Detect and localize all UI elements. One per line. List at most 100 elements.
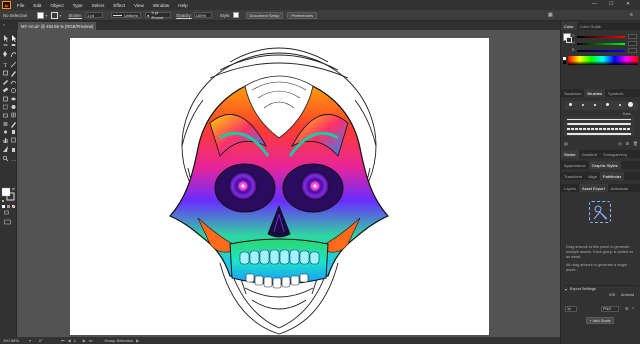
tab-graphic-styles[interactable]: Graphic Styles bbox=[588, 161, 621, 169]
arrange-documents-icon[interactable]: ▦ bbox=[548, 12, 553, 18]
default-colors-icon[interactable] bbox=[1, 199, 5, 203]
slice-tool-icon[interactable] bbox=[3, 146, 8, 152]
fill-dropdown-icon[interactable]: ▾ bbox=[45, 13, 47, 18]
shaper-tool-icon[interactable] bbox=[10, 80, 17, 85]
format-dropdown[interactable]: PNG bbox=[601, 306, 619, 312]
brush-stroke-1[interactable] bbox=[564, 117, 634, 121]
lasso-tool-icon[interactable] bbox=[11, 44, 16, 46]
first-artboard-icon[interactable]: ⏮ bbox=[61, 338, 65, 343]
opacity-field[interactable]: 100% bbox=[193, 12, 212, 18]
panel-menu-icon[interactable]: ≡ bbox=[630, 12, 633, 18]
tab-transform[interactable]: Transform bbox=[561, 172, 585, 180]
color-spectrum[interactable] bbox=[568, 56, 638, 65]
menu-help[interactable]: Help bbox=[178, 3, 187, 8]
brush-dot-1[interactable] bbox=[569, 103, 572, 106]
blue-slider[interactable] bbox=[577, 48, 637, 53]
rectangle-tool-icon[interactable] bbox=[3, 70, 8, 76]
selection-tool-icon[interactable] bbox=[4, 35, 9, 42]
mesh-tool-icon[interactable] bbox=[11, 112, 16, 118]
tab-appearance[interactable]: Appearance bbox=[561, 161, 589, 169]
rotate-tool-icon[interactable] bbox=[11, 88, 16, 93]
tab-gradient[interactable]: Gradient bbox=[579, 150, 600, 158]
curvature-tool-icon[interactable] bbox=[10, 52, 17, 58]
gradient-mode-icon[interactable] bbox=[7, 205, 10, 208]
preferences-button[interactable]: Preferences bbox=[287, 11, 317, 19]
brush-library-icon[interactable]: ▤ bbox=[564, 141, 568, 147]
pen-tool-icon[interactable] bbox=[3, 51, 7, 57]
close-window-button[interactable]: ✕ bbox=[626, 1, 630, 7]
remove-scale-icon[interactable]: × bbox=[632, 306, 634, 310]
artboard-tool-icon[interactable] bbox=[11, 137, 16, 143]
hand-tool-icon[interactable] bbox=[12, 148, 15, 152]
column-graph-tool-icon[interactable] bbox=[3, 140, 5, 143]
fill-swatch[interactable] bbox=[37, 11, 45, 19]
scale-tool-icon[interactable] bbox=[3, 96, 8, 102]
paintbrush-tool-icon[interactable] bbox=[11, 71, 16, 77]
artboard-number[interactable]: 1 bbox=[74, 338, 80, 343]
swap-colors-icon[interactable]: ⇄ bbox=[12, 186, 16, 191]
delete-brush-icon[interactable]: 🗑 bbox=[633, 141, 638, 147]
gradient-tool-icon[interactable] bbox=[3, 122, 8, 126]
tab-color[interactable]: Color bbox=[561, 22, 577, 30]
direct-selection-tool-icon[interactable] bbox=[12, 35, 17, 42]
scale-dropdown[interactable]: 1x bbox=[565, 306, 577, 312]
skull-artwork[interactable] bbox=[70, 38, 489, 335]
status-menu-icon[interactable]: ▶ bbox=[136, 338, 139, 343]
stroke-dropdown-icon[interactable]: ▾ bbox=[59, 13, 61, 18]
ios-preset[interactable]: iOS bbox=[609, 293, 615, 297]
stroke-profile-dropdown[interactable]: Uniform bbox=[111, 12, 142, 18]
new-brush-icon[interactable]: ⊞ bbox=[626, 141, 629, 147]
tab-color-guide[interactable]: Color Guide bbox=[577, 22, 604, 30]
menu-file[interactable]: File bbox=[17, 3, 24, 8]
document-tab[interactable]: MY Art.ai* @ 494.56 % (RGB/Preview) × bbox=[18, 22, 96, 30]
zoom-dropdown-icon[interactable]: ▾ bbox=[29, 338, 31, 343]
brush-dot-5[interactable] bbox=[619, 104, 621, 106]
brush-dot-6[interactable] bbox=[628, 102, 633, 107]
brush-options-icon[interactable]: ◎ bbox=[618, 141, 622, 147]
android-preset[interactable]: Android bbox=[621, 293, 634, 297]
menu-window[interactable]: Window bbox=[153, 3, 169, 8]
tab-swatches[interactable]: Swatches bbox=[561, 89, 584, 97]
menu-view[interactable]: View bbox=[134, 3, 144, 8]
last-artboard-icon[interactable]: ⏭ bbox=[89, 338, 93, 343]
document-setup-button[interactable]: Document Setup bbox=[245, 11, 284, 19]
fill-color-box[interactable] bbox=[1, 187, 11, 197]
type-tool-icon[interactable]: T bbox=[4, 63, 8, 69]
tab-brushes[interactable]: Brushes bbox=[584, 89, 606, 97]
brush-dot-3[interactable] bbox=[594, 104, 596, 106]
artboard[interactable] bbox=[70, 38, 489, 335]
brush-dot-2[interactable] bbox=[582, 104, 584, 106]
green-slider[interactable] bbox=[577, 41, 637, 46]
symbol-sprayer-tool-icon[interactable] bbox=[12, 130, 15, 134]
menu-select[interactable]: Select bbox=[92, 3, 105, 8]
tab-stroke[interactable]: Stroke bbox=[561, 150, 579, 158]
next-artboard-icon[interactable]: ▶ bbox=[83, 338, 86, 343]
color-mode-icon[interactable] bbox=[2, 205, 5, 208]
brush-stroke-2[interactable] bbox=[564, 122, 634, 126]
rotation-value[interactable]: 0° bbox=[39, 338, 53, 343]
tab-pathfinder[interactable]: Pathfinder bbox=[599, 172, 625, 180]
tab-asset-export[interactable]: Asset Export bbox=[579, 184, 608, 192]
tab-align[interactable]: Align bbox=[585, 172, 600, 180]
menu-object[interactable]: Object bbox=[50, 3, 63, 8]
format-settings-icon[interactable]: ⚙ bbox=[625, 306, 628, 311]
collapse-toolbar-icon[interactable]: « bbox=[3, 22, 5, 27]
menu-effect[interactable]: Effect bbox=[113, 3, 125, 8]
brush-definition-dropdown[interactable]: ● 5 pt. Round bbox=[145, 10, 172, 20]
menu-type[interactable]: Type bbox=[73, 3, 83, 8]
minimize-button[interactable]: — bbox=[592, 1, 597, 7]
draw-mode-icon[interactable] bbox=[4, 210, 9, 215]
brush-stroke-3[interactable] bbox=[564, 127, 634, 131]
screen-mode-icon[interactable] bbox=[4, 219, 11, 225]
white-swatch[interactable] bbox=[563, 57, 566, 60]
app-logo[interactable]: Ai bbox=[2, 1, 11, 9]
opacity-label[interactable]: Opacity: bbox=[176, 13, 192, 18]
perspective-grid-tool-icon[interactable] bbox=[3, 113, 8, 118]
menu-edit[interactable]: Edit bbox=[33, 3, 41, 8]
brush-dot-4[interactable] bbox=[606, 103, 609, 106]
line-tool-icon[interactable] bbox=[10, 61, 17, 68]
close-tab-icon[interactable]: × bbox=[91, 24, 93, 29]
more-tools-icon[interactable]: … bbox=[12, 157, 17, 163]
stroke-label[interactable]: Stroke: bbox=[68, 13, 82, 18]
prev-artboard-icon[interactable]: ◀ bbox=[68, 338, 71, 343]
